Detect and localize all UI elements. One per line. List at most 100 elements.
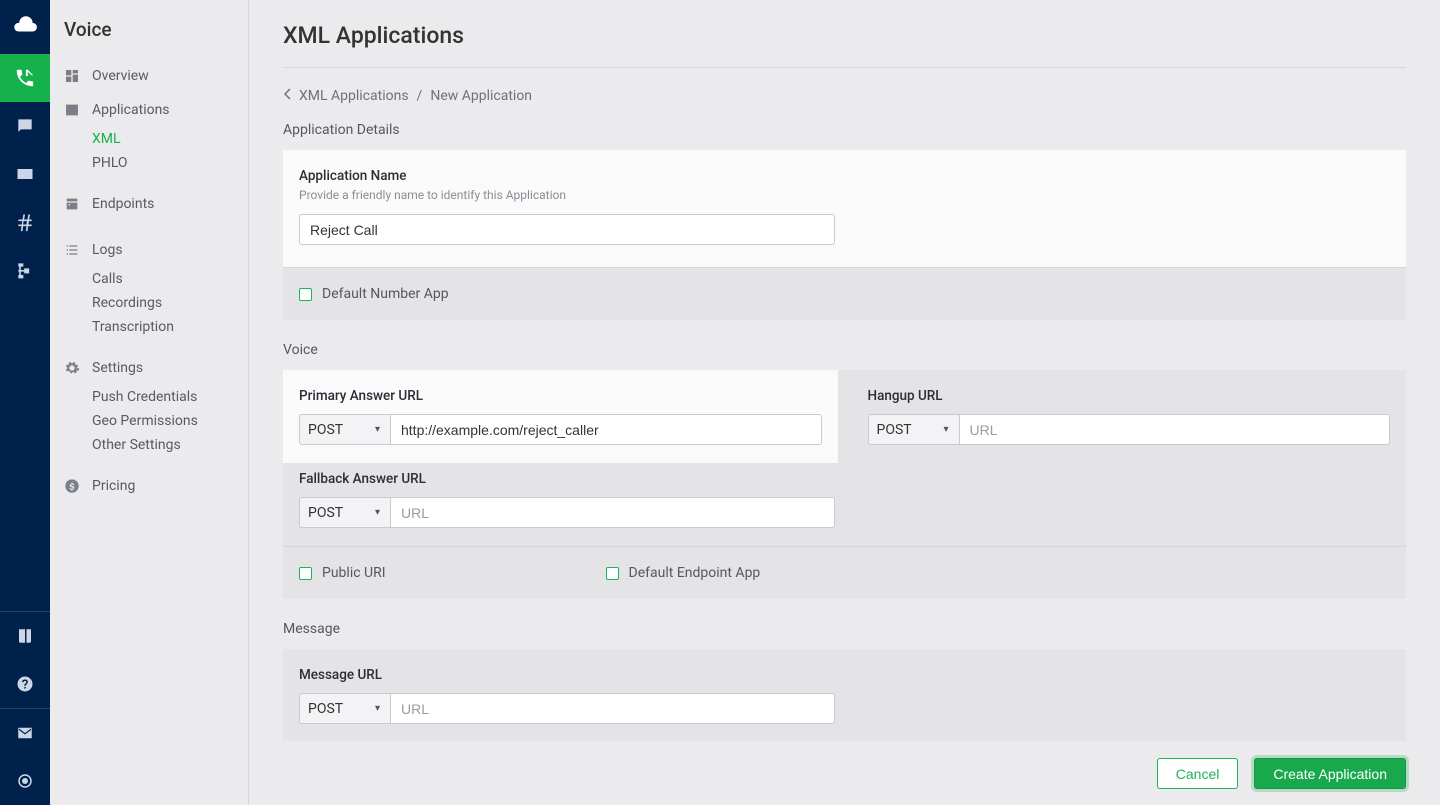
nav-xml[interactable]: XML xyxy=(50,127,248,151)
primary-answer-url-input[interactable] xyxy=(390,414,822,445)
terminal-icon xyxy=(64,102,80,118)
primary-answer-method-select[interactable]: POST ▾ xyxy=(299,414,390,445)
cancel-button[interactable]: Cancel xyxy=(1157,758,1239,789)
rail-messaging[interactable] xyxy=(0,102,50,150)
breadcrumb-sep: / xyxy=(417,88,423,104)
sidebar: Voice Overview Applications XML PHLO End… xyxy=(50,0,249,805)
hangup-label: Hangup URL xyxy=(868,388,1391,404)
nav-push-credentials[interactable]: Push Credentials xyxy=(50,385,248,409)
nav-pricing-label: Pricing xyxy=(92,478,135,494)
rail-sip[interactable] xyxy=(0,150,50,198)
rail-numbers[interactable] xyxy=(0,198,50,246)
row-default-number-app: Default Number App xyxy=(283,268,1406,320)
hash-icon xyxy=(15,212,35,232)
cloud-dial-icon xyxy=(12,12,38,38)
nav-transcription[interactable]: Transcription xyxy=(50,315,248,339)
nav-logs[interactable]: Logs xyxy=(50,233,248,267)
label-public-uri: Public URI xyxy=(322,565,386,581)
nav-phlo[interactable]: PHLO xyxy=(50,151,248,175)
nav-geo-permissions[interactable]: Geo Permissions xyxy=(50,409,248,433)
create-button[interactable]: Create Application xyxy=(1254,758,1406,789)
label-default-endpoint-app: Default Endpoint App xyxy=(629,565,761,581)
primary-answer-method-value: POST xyxy=(308,422,343,438)
fallback-label: Fallback Answer URL xyxy=(299,471,835,487)
gear-icon xyxy=(64,360,80,376)
section-app-details: Application Details xyxy=(283,122,1406,138)
panel-app-details: Application Name Provide a friendly name… xyxy=(283,150,1406,320)
primary-answer-label: Primary Answer URL xyxy=(299,388,822,404)
app-name-input[interactable] xyxy=(299,214,835,245)
nav-pricing[interactable]: Pricing xyxy=(50,469,248,503)
grid-icon xyxy=(64,68,80,84)
nav-recordings[interactable]: Recordings xyxy=(50,291,248,315)
main-scroll: XML Applications XML Applications / New … xyxy=(249,0,1440,741)
mail-icon xyxy=(16,724,34,742)
hangup-method-select[interactable]: POST ▾ xyxy=(868,414,959,445)
message-method-select[interactable]: POST ▾ xyxy=(299,693,390,724)
panel-voice: Primary Answer URL POST ▾ Hangup URL POS… xyxy=(283,370,1406,599)
breadcrumb-current: New Application xyxy=(430,88,532,104)
checkbox-public-uri[interactable] xyxy=(299,567,312,580)
hangup-url-input[interactable] xyxy=(959,414,1391,445)
chevron-down-icon: ▾ xyxy=(375,424,380,435)
nav-overview[interactable]: Overview xyxy=(50,59,248,93)
phone-icon xyxy=(14,67,36,89)
nav-calls[interactable]: Calls xyxy=(50,267,248,291)
row-voice-checks: Public URI Default Endpoint App xyxy=(283,547,1406,599)
rail-voice[interactable] xyxy=(0,54,50,102)
list-icon xyxy=(64,242,80,258)
nav-applications[interactable]: Applications xyxy=(50,93,248,127)
chevron-left-icon[interactable] xyxy=(283,88,291,104)
card-fallback: Fallback Answer URL POST ▾ xyxy=(283,463,1406,546)
section-voice: Voice xyxy=(283,342,1406,358)
chat-icon xyxy=(15,116,35,136)
message-method-value: POST xyxy=(308,701,343,717)
checkbox-default-endpoint-app[interactable] xyxy=(606,567,619,580)
nav-logs-label: Logs xyxy=(92,242,123,258)
nav-settings[interactable]: Settings xyxy=(50,351,248,385)
chevron-down-icon: ▾ xyxy=(943,424,948,435)
page-title: XML Applications xyxy=(283,22,1406,68)
endpoint-icon xyxy=(64,196,80,212)
hangup-method-value: POST xyxy=(877,422,912,438)
sip-icon xyxy=(15,164,35,184)
nav-endpoints-label: Endpoints xyxy=(92,196,154,212)
section-message: Message xyxy=(283,621,1406,637)
checkbox-default-number-app[interactable] xyxy=(299,288,312,301)
nav-overview-label: Overview xyxy=(92,68,149,84)
footer: Cancel Create Application xyxy=(249,741,1440,805)
nav-other-settings[interactable]: Other Settings xyxy=(50,433,248,457)
breadcrumb: XML Applications / New Application xyxy=(283,88,1406,104)
brand-logo[interactable] xyxy=(6,6,44,44)
branch-icon xyxy=(15,260,35,280)
main: XML Applications XML Applications / New … xyxy=(249,0,1440,805)
sidebar-title: Voice xyxy=(50,18,248,59)
card-primary-answer: Primary Answer URL POST ▾ xyxy=(283,370,838,463)
chevron-down-icon: ▾ xyxy=(375,507,380,518)
rail-routing[interactable] xyxy=(0,246,50,294)
circle-icon xyxy=(16,772,34,790)
card-hangup: Hangup URL POST ▾ xyxy=(852,370,1407,463)
fallback-method-select[interactable]: POST ▾ xyxy=(299,497,390,528)
nav-applications-label: Applications xyxy=(92,102,170,118)
chevron-down-icon: ▾ xyxy=(375,703,380,714)
help-icon xyxy=(16,675,34,693)
card-app-name: Application Name Provide a friendly name… xyxy=(283,150,1406,267)
dollar-icon xyxy=(64,478,80,494)
icon-rail xyxy=(0,0,50,805)
panel-message: Message URL POST ▾ Additional Settings R… xyxy=(283,649,1406,741)
nav-endpoints[interactable]: Endpoints xyxy=(50,187,248,221)
rail-mail[interactable] xyxy=(0,709,50,757)
card-message-url: Message URL POST ▾ xyxy=(283,649,1406,741)
message-url-label: Message URL xyxy=(299,667,835,683)
rail-help[interactable] xyxy=(0,660,50,708)
book-icon xyxy=(16,627,34,645)
fallback-url-input[interactable] xyxy=(390,497,835,528)
fallback-method-value: POST xyxy=(308,505,343,521)
nav-settings-label: Settings xyxy=(92,360,143,376)
rail-docs[interactable] xyxy=(0,612,50,660)
app-name-label: Application Name xyxy=(299,168,835,184)
rail-status[interactable] xyxy=(0,757,50,805)
message-url-input[interactable] xyxy=(390,693,835,724)
breadcrumb-root[interactable]: XML Applications xyxy=(299,88,409,104)
